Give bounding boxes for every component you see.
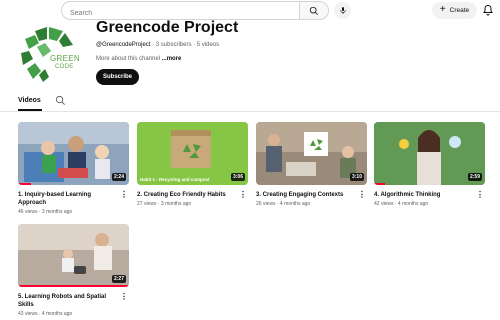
video-meta: 42 views · 4 months ago [374,201,429,207]
video-duration: 2:27 [111,275,126,283]
video-meta: 46 views · 3 months ago [18,209,73,215]
more-options-icon[interactable]: ⋮ [239,191,247,199]
video-card[interactable]: 2:59 4. Algorithmic Thinking 42 views · … [374,122,485,207]
channel-meta: @GreencodeProject · 3 subscribers · 5 vi… [96,42,219,48]
search-box[interactable] [61,1,300,22]
more-options-icon[interactable]: ⋮ [120,191,128,199]
video-duration: 2:24 [111,173,126,181]
channel-handle: @GreencodeProject [96,42,151,48]
video-card[interactable]: 3:10 3. Creating Engaging Contexts 26 vi… [256,122,367,207]
channel-description[interactable]: More about this channel ...more [96,56,181,62]
watch-progress-bar [18,183,32,185]
notifications-bell-icon[interactable] [482,4,494,16]
tabs-divider [0,111,500,112]
logo-line-2: CODE [55,64,74,70]
plus-icon: + [439,4,446,15]
video-meta: 43 views · 4 months ago [18,311,73,317]
video-title[interactable]: 4. Algorithmic Thinking [374,191,485,199]
logo-wordmark: GREEN CODE [50,55,80,71]
thumbnail-caption: Habit 1 - Recycling and compost [140,177,210,182]
more-options-icon[interactable]: ⋮ [120,293,128,301]
video-meta: 27 views · 3 months ago [137,201,192,207]
description-text: More about this channel [96,56,162,62]
subscribe-button[interactable]: Subscribe [96,69,139,85]
search-icon [309,6,319,15]
logo-line-1: GREEN [50,54,80,63]
watch-progress-bar [18,285,129,287]
video-title[interactable]: 3. Creating Engaging Contexts [256,191,367,199]
video-title[interactable]: 2. Creating Eco Friendly Habits [137,191,248,199]
video-thumbnail[interactable]: 2:59 [374,122,485,185]
video-meta: 26 views · 4 months ago [256,201,311,207]
video-title[interactable]: 5. Learning Robots and Spatial Skills [18,293,129,309]
watch-progress-bar [374,183,386,185]
channel-title: Greencode Project [96,19,239,36]
more-options-icon[interactable]: ⋮ [476,191,484,199]
more-link[interactable]: ...more [162,56,182,62]
video-card[interactable]: 2:24 1. Inquiry-based Learning Approach … [18,122,129,215]
video-card[interactable]: Habit 1 - Recycling and compost 3:06 2. … [137,122,248,207]
microphone-icon [339,7,346,14]
video-duration: 3:06 [230,173,245,181]
video-thumbnail[interactable]: 2:27 [18,224,129,287]
create-label: Create [449,7,470,14]
video-card[interactable]: 2:27 5. Learning Robots and Spatial Skil… [18,224,129,317]
channel-search-icon[interactable] [55,95,66,106]
tab-videos[interactable]: Videos [18,97,41,104]
video-title[interactable]: 1. Inquiry-based Learning Approach [18,191,129,207]
create-button[interactable]: + Create [432,2,477,19]
video-thumbnail[interactable]: 3:10 [256,122,367,185]
video-thumbnail[interactable]: 2:24 [18,122,129,185]
search-button[interactable] [299,1,329,20]
video-thumbnail[interactable]: Habit 1 - Recycling and compost 3:06 [137,122,248,185]
more-options-icon[interactable]: ⋮ [358,191,366,199]
video-duration: 3:10 [349,173,364,181]
channel-stats: · 3 subscribers · 5 videos [150,42,220,48]
voice-search-button[interactable] [334,2,351,19]
video-duration: 2:59 [467,173,482,181]
